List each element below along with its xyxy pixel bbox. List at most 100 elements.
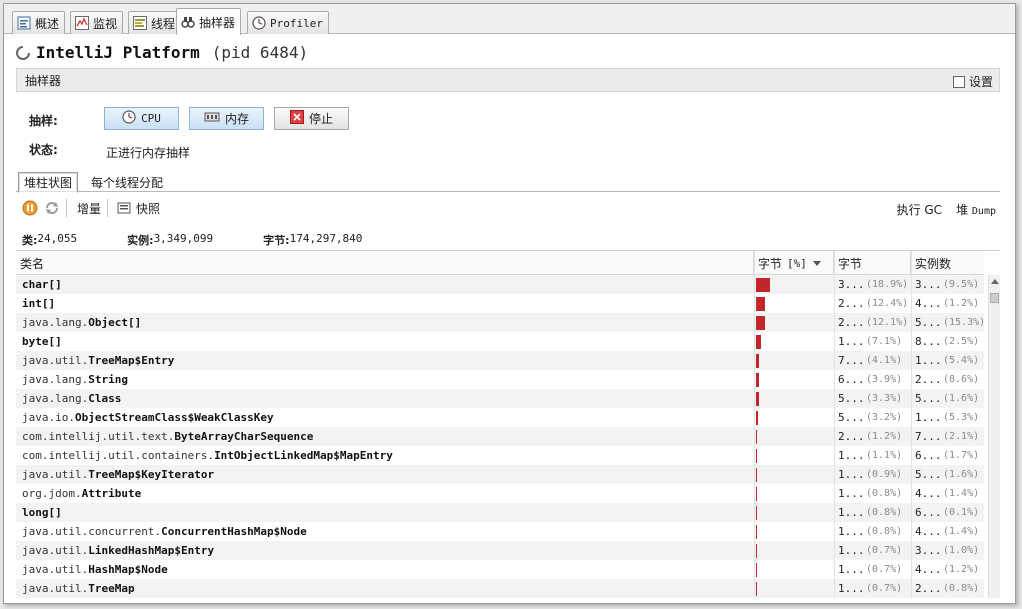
tab-threads[interactable]: 线程 bbox=[128, 11, 182, 34]
bytes-value-cell: 2... bbox=[838, 316, 865, 329]
class-package: java.lang. bbox=[22, 392, 89, 405]
class-name-cell: java.lang.Class bbox=[22, 389, 121, 408]
instances-value-cell: 7... bbox=[915, 430, 942, 443]
sampler-section-header: 抽样器 设置 bbox=[16, 68, 1000, 92]
bytes-pct-text: (3.2%) bbox=[866, 412, 903, 423]
table-header: 类名 字节 [%] 字节 实例数 bbox=[16, 251, 984, 275]
column-class-name[interactable]: 类名 bbox=[16, 251, 754, 275]
tab-monitor[interactable]: 监视 bbox=[70, 11, 124, 34]
bytes-value-cell: 5... bbox=[838, 411, 865, 424]
table-row[interactable]: java.util.TreeMap$KeyIterator 1... (0.9%) 5… bbox=[16, 465, 984, 484]
column-bytes-pct[interactable]: 字节 [%] bbox=[754, 251, 834, 275]
table-row[interactable]: java.util.concurrent.ConcurrentHashMap$N… bbox=[16, 522, 984, 541]
table-row[interactable]: java.util.TreeMap$Entry 7... (4.1%) 1... (5.… bbox=[16, 351, 984, 370]
table-row[interactable]: com.intellij.util.text.ByteArrayCharSequ… bbox=[16, 427, 984, 446]
bytes-value-cell: 1... bbox=[838, 582, 865, 595]
class-simple-name: TreeMap$KeyIterator bbox=[88, 468, 215, 481]
heap-dump-prefix: 堆 bbox=[956, 203, 969, 217]
stop-button[interactable]: 停止 bbox=[274, 107, 349, 130]
column-bytes[interactable]: 字节 bbox=[834, 251, 911, 275]
instances-value-cell: 5... bbox=[915, 468, 942, 481]
class-package: java.util. bbox=[22, 563, 89, 576]
table-row[interactable]: long[] 1... (0.8%) 6... (0.1%) bbox=[16, 503, 984, 522]
memory-button[interactable]: 内存 bbox=[189, 107, 264, 130]
heap-stats: 类: 24,055 实例: 3,349,099 字节: 174,297,840 bbox=[22, 232, 376, 248]
instances-value-cell: 1... bbox=[915, 354, 942, 367]
header-label: 类名 bbox=[20, 256, 45, 271]
delta-button[interactable]: 增量 bbox=[77, 200, 101, 217]
sample-label: 抽样: bbox=[29, 114, 58, 128]
tab-label: 线程 bbox=[151, 16, 176, 31]
class-simple-name: TreeMap$Entry bbox=[88, 354, 175, 367]
instances-value-cell: 4... bbox=[915, 487, 942, 500]
bytes-pct-text: (12.1%) bbox=[866, 317, 909, 328]
loading-spinner-icon bbox=[16, 45, 30, 60]
table-row[interactable]: char[] 3... (18.9%) 3... (9.5%) bbox=[16, 275, 984, 294]
table-row[interactable]: java.util.HashMap$Node 1... (0.7%) 4... (1.2… bbox=[16, 560, 984, 579]
settings-toggle[interactable]: 设置 bbox=[952, 73, 993, 90]
bytes-pct-text: (0.8%) bbox=[866, 507, 903, 518]
instances-value-cell: 1... bbox=[915, 411, 942, 424]
histogram-toolbar: 增量 快照 执行 GC 堆 Dump bbox=[16, 195, 1000, 221]
bytes-value-cell: 1... bbox=[838, 449, 865, 462]
bytes-label: 字节: bbox=[263, 234, 290, 247]
bytes-pct-text: (0.7%) bbox=[866, 545, 903, 556]
table-row[interactable]: com.intellij.util.containers.IntObjectLi… bbox=[16, 446, 984, 465]
threads-icon bbox=[133, 16, 147, 30]
bytes-pct-text: (1.1%) bbox=[866, 450, 903, 461]
tab-label: 堆柱状图 bbox=[24, 176, 73, 190]
table-row[interactable]: org.jdom.Attribute 1... (0.8%) 4... (1.4%) bbox=[16, 484, 984, 503]
bytes-pct-bar bbox=[756, 392, 759, 406]
bytes-pct-cell bbox=[754, 294, 834, 313]
scroll-up-arrow-icon[interactable] bbox=[991, 279, 999, 284]
settings-checkbox[interactable] bbox=[952, 75, 965, 88]
scrollbar-thumb[interactable] bbox=[990, 293, 999, 303]
class-name-cell: com.intellij.util.containers.IntObjectLi… bbox=[22, 446, 393, 465]
table-row[interactable]: java.io.ObjectStreamClass$WeakClassKey 5.… bbox=[16, 408, 984, 427]
cpu-button[interactable]: CPU bbox=[104, 107, 179, 130]
stop-icon bbox=[289, 110, 304, 127]
instances-pct-text: (2.1%) bbox=[943, 431, 980, 442]
bytes-pct-bar bbox=[756, 487, 757, 501]
bytes-pct-text: (4.1%) bbox=[866, 355, 903, 366]
bytes-pct-cell bbox=[754, 370, 834, 389]
tab-sampler[interactable]: 抽样器 bbox=[176, 8, 242, 35]
table-row[interactable]: byte[] 1... (7.1%) 8... (2.5%) bbox=[16, 332, 984, 351]
vertical-scrollbar[interactable] bbox=[988, 275, 1000, 598]
pause-icon[interactable] bbox=[22, 200, 38, 216]
instances-value-cell: 2... bbox=[915, 582, 942, 595]
table-row[interactable]: int[] 2... (12.4%) 4... (1.2%) bbox=[16, 294, 984, 313]
table-row[interactable]: java.util.TreeMap 1... (0.7%) 2... (0.8%) bbox=[16, 579, 984, 598]
status-label: 状态: bbox=[29, 143, 58, 157]
table-row[interactable]: java.lang.String 6... (3.9%) 2... (8.6%) bbox=[16, 370, 984, 389]
column-divider bbox=[834, 251, 835, 598]
bytes-pct-cell bbox=[754, 560, 834, 579]
instances-label: 实例: bbox=[127, 234, 154, 247]
tab-overview[interactable]: 概述 bbox=[12, 11, 66, 34]
section-title: 抽样器 bbox=[25, 73, 62, 88]
perform-gc-button[interactable]: 执行 GC bbox=[897, 201, 943, 218]
bytes-pct-bar bbox=[756, 335, 761, 349]
class-name-cell: long[] bbox=[22, 503, 62, 522]
table-row[interactable]: java.lang.Class 5... (3.3%) 5... (1.6%) bbox=[16, 389, 984, 408]
sort-descending-icon bbox=[812, 260, 821, 266]
class-simple-name: ConcurrentHashMap$Node bbox=[161, 525, 307, 538]
table-row[interactable]: java.lang.Object[] 2... (12.1%) 5... (15.3%) bbox=[16, 313, 985, 332]
class-package: java.lang. bbox=[22, 316, 89, 329]
bytes-pct-cell bbox=[754, 579, 834, 598]
instances-pct-text: (1.4%) bbox=[943, 488, 980, 499]
bytes-value-cell: 5... bbox=[838, 392, 865, 405]
column-instances[interactable]: 实例数 bbox=[911, 251, 984, 275]
tab-per-thread-allocations[interactable]: 每个线程分配 bbox=[86, 172, 168, 193]
class-simple-name: long[] bbox=[22, 506, 62, 519]
tab-heap-histogram[interactable]: 堆柱状图 bbox=[18, 172, 79, 193]
class-name-cell: byte[] bbox=[22, 332, 62, 351]
heap-dump-button[interactable]: 堆 Dump bbox=[956, 201, 996, 218]
bytes-pct-bar bbox=[756, 373, 759, 387]
tab-profiler[interactable]: Profiler bbox=[247, 11, 329, 34]
instances-value-cell: 4... bbox=[915, 563, 942, 576]
snapshot-button[interactable]: 快照 bbox=[136, 200, 160, 217]
refresh-icon[interactable] bbox=[44, 200, 60, 216]
bytes-pct-cell bbox=[754, 275, 834, 294]
table-row[interactable]: java.util.LinkedHashMap$Entry 1... (0.7%) 3… bbox=[16, 541, 984, 560]
